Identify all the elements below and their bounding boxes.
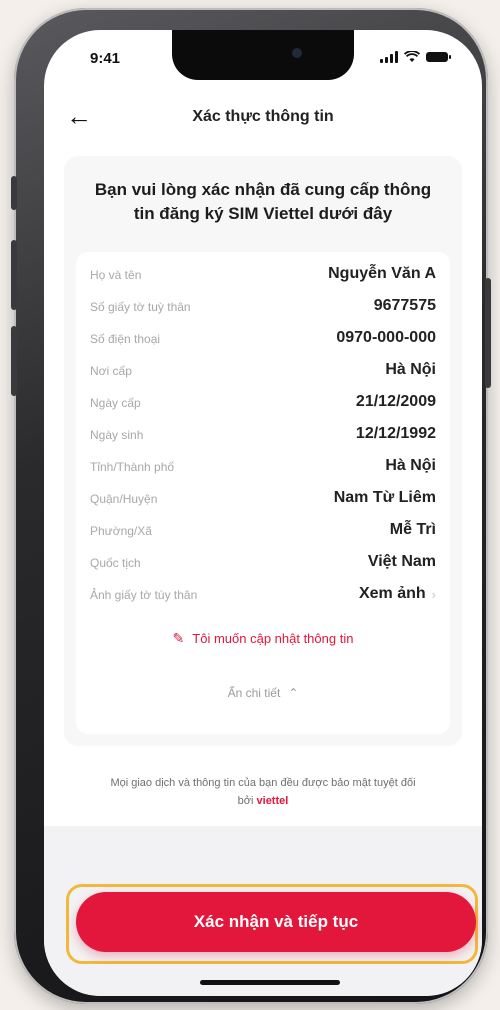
- detail-value: Nguyễn Văn A: [328, 265, 436, 282]
- detail-row-full-name: Họ và tên Nguyễn Văn A: [76, 260, 450, 290]
- status-icons: [380, 51, 451, 63]
- confirmation-prompt: Bạn vui lòng xác nhận đã cung cấp thông …: [94, 180, 432, 223]
- screen: 9:41 ← Xác thực thông tin Bạn vui lòng x…: [44, 30, 482, 996]
- detail-label: Ngày sinh: [90, 428, 144, 442]
- header: ← Xác thực thông tin: [44, 98, 482, 138]
- update-info-label: Tôi muốn cập nhật thông tin: [192, 631, 354, 646]
- detail-value: Nam Từ Liêm: [333, 489, 436, 506]
- detail-row-nationality: Quốc tịch Việt Nam: [76, 548, 450, 578]
- detail-row-issue-date: Ngày cấp 21/12/2009: [76, 388, 450, 418]
- detail-label: Số điện thoại: [90, 332, 161, 346]
- detail-value: Hà Nội: [385, 457, 436, 474]
- details-list: Họ và tên Nguyễn Văn A Số giấy tờ tuỳ th…: [76, 252, 450, 734]
- confirm-continue-button[interactable]: Xác nhận và tiếp tục: [76, 892, 476, 952]
- detail-value: Hà Nội: [385, 361, 436, 378]
- detail-label: Quận/Huyện: [90, 492, 158, 506]
- phone-frame: 9:41 ← Xác thực thông tin Bạn vui lòng x…: [11, 8, 491, 1004]
- detail-row-province: Tỉnh/Thành phố Hà Nội: [76, 452, 450, 482]
- view-photo-label: Xem ảnh: [358, 585, 426, 602]
- chevron-right-icon: ›: [431, 586, 436, 602]
- battery-icon: [426, 52, 451, 62]
- volume-up-button: [11, 240, 17, 310]
- detail-label: Quốc tịch: [90, 556, 141, 570]
- detail-label: Ngày cấp: [90, 396, 141, 410]
- camera-icon: [292, 48, 302, 58]
- hide-details-label: Ẩn chi tiết: [227, 686, 281, 700]
- detail-label: Ảnh giấy tờ tùy thân: [90, 588, 198, 602]
- page-title: Xác thực thông tin: [192, 108, 334, 125]
- signal-icon: [380, 51, 398, 63]
- wifi-icon: [404, 51, 420, 62]
- status-time: 9:41: [90, 50, 121, 67]
- detail-value: 0970-000-000: [336, 329, 436, 346]
- detail-row-district: Quận/Huyện Nam Từ Liêm: [76, 484, 450, 514]
- security-note: Mọi giao dịch và thông tin của bạn đều đ…: [102, 774, 424, 810]
- detail-value: 9677575: [373, 297, 436, 314]
- detail-label: Phường/Xã: [90, 524, 152, 538]
- detail-label: Nơi cấp: [90, 364, 132, 378]
- volume-down-button: [11, 326, 17, 396]
- chevron-up-icon: ⌃: [288, 686, 299, 700]
- detail-row-id-number: Số giấy tờ tuỳ thân 9677575: [76, 292, 450, 322]
- detail-row-id-photo: Ảnh giấy tờ tùy thân Xem ảnh ›: [76, 580, 450, 610]
- viettel-logo: viettel: [256, 795, 289, 807]
- confirmation-card: Bạn vui lòng xác nhận đã cung cấp thông …: [64, 156, 462, 746]
- notch: [172, 30, 354, 80]
- detail-row-ward: Phường/Xã Mễ Trì: [76, 516, 450, 546]
- detail-row-issue-place: Nơi cấp Hà Nội: [76, 356, 450, 386]
- view-photo-link[interactable]: Xem ảnh ›: [359, 585, 436, 603]
- hide-details-toggle[interactable]: Ẩn chi tiết ⌃: [76, 686, 450, 700]
- update-info-link[interactable]: ✎ Tôi muốn cập nhật thông tin: [76, 630, 450, 647]
- detail-value: 12/12/1992: [355, 425, 436, 442]
- detail-row-birth-date: Ngày sinh 12/12/1992: [76, 420, 450, 450]
- detail-label: Số giấy tờ tuỳ thân: [90, 300, 191, 314]
- pencil-icon: ✎: [172, 630, 185, 646]
- detail-value: 21/12/2009: [355, 393, 436, 410]
- detail-value: Việt Nam: [367, 553, 436, 570]
- power-button: [485, 278, 491, 388]
- mute-switch: [11, 176, 17, 210]
- detail-row-phone: Số điện thoại 0970-000-000: [76, 324, 450, 354]
- detail-value: Mễ Trì: [389, 521, 436, 538]
- detail-label: Tỉnh/Thành phố: [90, 460, 175, 474]
- detail-label: Họ và tên: [90, 268, 142, 282]
- home-indicator: [200, 980, 340, 985]
